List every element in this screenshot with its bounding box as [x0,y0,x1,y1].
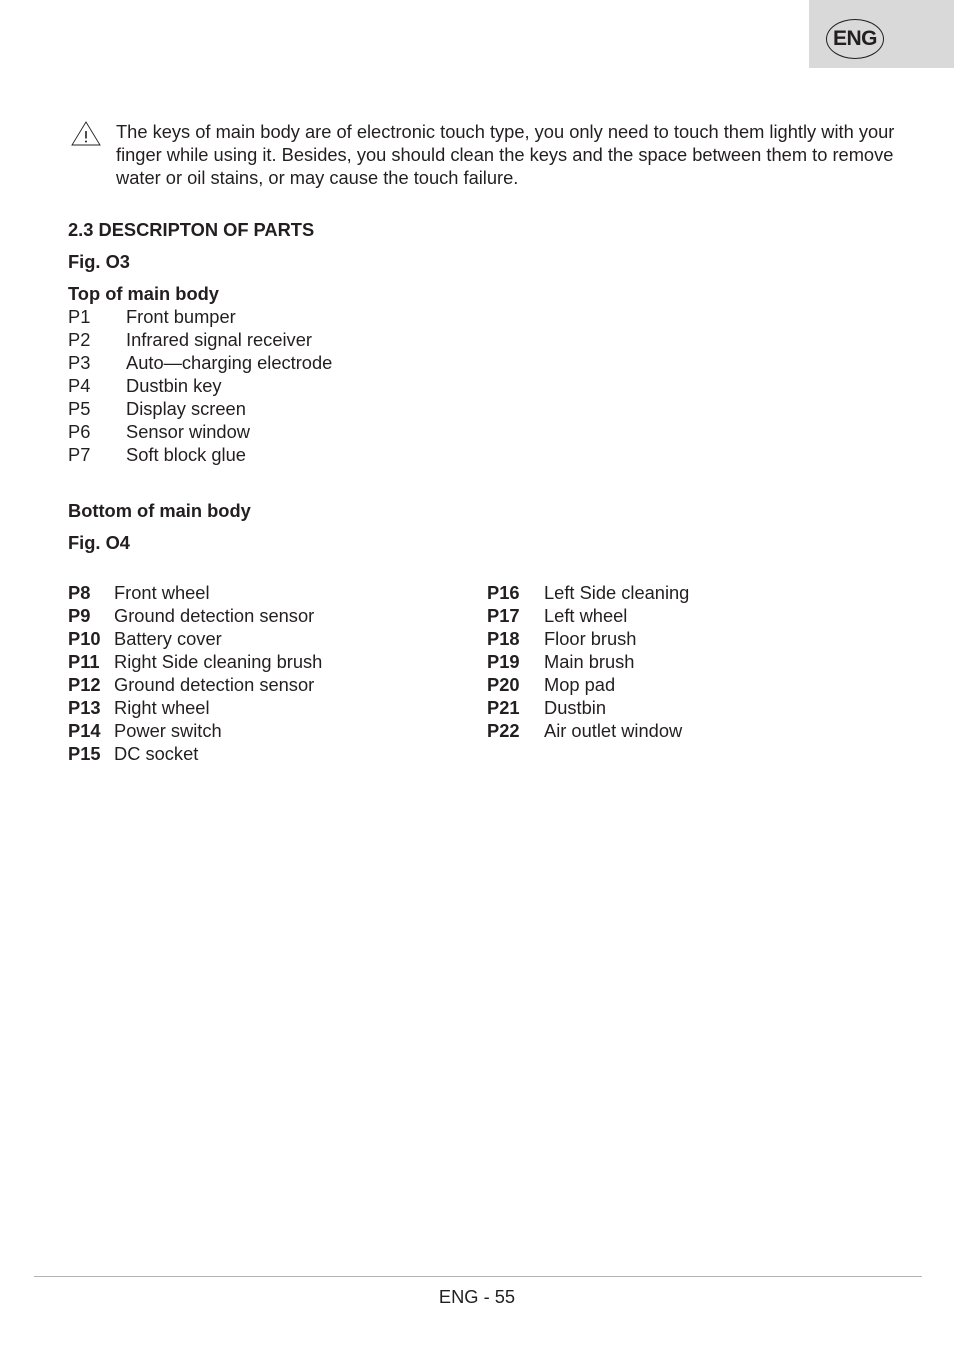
part-label: Right Side cleaning brush [114,651,323,672]
part-code: P17 [487,605,520,626]
part-list-item: P14 Power switch [68,719,322,742]
part-label: Ground detection sensor [114,605,315,626]
part-list-item: P12 Ground detection sensor [68,673,322,696]
part-label: Mop pad [544,674,616,695]
part-list-item: P9 Ground detection sensor [68,604,322,627]
part-list-item: P6 Sensor window [68,420,332,443]
part-label: DC socket [114,743,199,764]
part-code: P9 [68,605,91,626]
part-list-item: P18 Floor brush [487,627,689,650]
part-code: P1 [68,306,91,327]
warning-text: The keys of main body are of electronic … [116,121,895,188]
part-list-item: P10 Battery cover [68,627,322,650]
top-parts-list: P1 Front bumper P2 Infrared signal receiver… [68,305,332,466]
part-label: Air outlet window [544,720,683,741]
part-list-item: P22 Air outlet window [487,719,689,742]
part-label: Front bumper [126,306,236,327]
part-code: P20 [487,674,520,695]
warning-triangle-icon [71,121,101,146]
part-label: Sensor window [126,421,250,442]
part-label: Infrared signal receiver [126,329,312,350]
part-code: P11 [68,651,100,672]
part-code: P8 [68,582,91,603]
figure-label-o4: Fig. O4 [68,532,130,553]
part-label: Dustbin key [126,375,222,396]
bottom-parts-list-left: P8 Front wheel P9 Ground detection sensor P1… [68,581,322,765]
part-label: Main brush [544,651,635,672]
part-list-item: P17 Left wheel [487,604,689,627]
part-list-item: P15 DC socket [68,742,322,765]
part-code: P7 [68,444,91,465]
part-label: Front wheel [114,582,210,603]
part-list-item: P4 Dustbin key [68,374,332,397]
part-list-item: P21 Dustbin [487,696,689,719]
part-code: P21 [487,697,520,718]
figure-label-o3: Fig. O3 [68,251,130,272]
part-code: P13 [68,697,101,718]
part-code: P4 [68,375,91,396]
part-list-item: P2 Infrared signal receiver [68,328,332,351]
part-list-item: P13 Right wheel [68,696,322,719]
part-label: Power switch [114,720,222,741]
part-list-item: P19 Main brush [487,650,689,673]
part-list-item: P16 Left Side cleaning [487,581,689,604]
part-label: Left wheel [544,605,628,626]
part-code: P2 [68,329,91,350]
part-code: P15 [68,743,101,764]
language-tab: ENG [809,0,954,68]
part-code: P5 [68,398,91,419]
part-label: Floor brush [544,628,637,649]
part-label: Soft block glue [126,444,246,465]
part-label: Ground detection sensor [114,674,315,695]
part-label: Display screen [126,398,246,419]
part-code: P12 [68,674,101,695]
part-code: P22 [487,720,520,741]
bottom-heading: Bottom of main body [68,500,251,521]
part-code: P6 [68,421,91,442]
part-label: Auto—charging electrode [126,352,333,373]
part-list-item: P8 Front wheel [68,581,322,604]
part-code: P10 [68,628,101,649]
part-list-item: P5 Display screen [68,397,332,420]
part-code: P14 [68,720,101,741]
part-code: P16 [487,582,520,603]
part-label: Battery cover [114,628,222,649]
section-title: 2.3 DESCRIPTON OF PARTS [68,219,315,240]
footer-divider [34,1276,922,1277]
part-code: P18 [487,628,520,649]
page-number: ENG - 55 [438,1286,516,1307]
part-label: Dustbin [544,697,606,718]
part-label: Left Side cleaning [544,582,690,603]
part-list-item: P3 Auto—charging electrode [68,351,332,374]
part-list-item: P11 Right Side cleaning brush [68,650,322,673]
part-list-item: P20 Mop pad [487,673,689,696]
part-list-item: P1 Front bumper [68,305,332,328]
part-list-item: P7 Soft block glue [68,443,332,466]
top-heading: Top of main body [68,283,219,304]
part-label: Right wheel [114,697,210,718]
bottom-parts-list-right: P16 Left Side cleaning P17 Left wheel P18 Flo… [487,581,689,742]
part-code: P3 [68,352,91,373]
language-badge: ENG [826,19,884,59]
part-code: P19 [487,651,520,672]
